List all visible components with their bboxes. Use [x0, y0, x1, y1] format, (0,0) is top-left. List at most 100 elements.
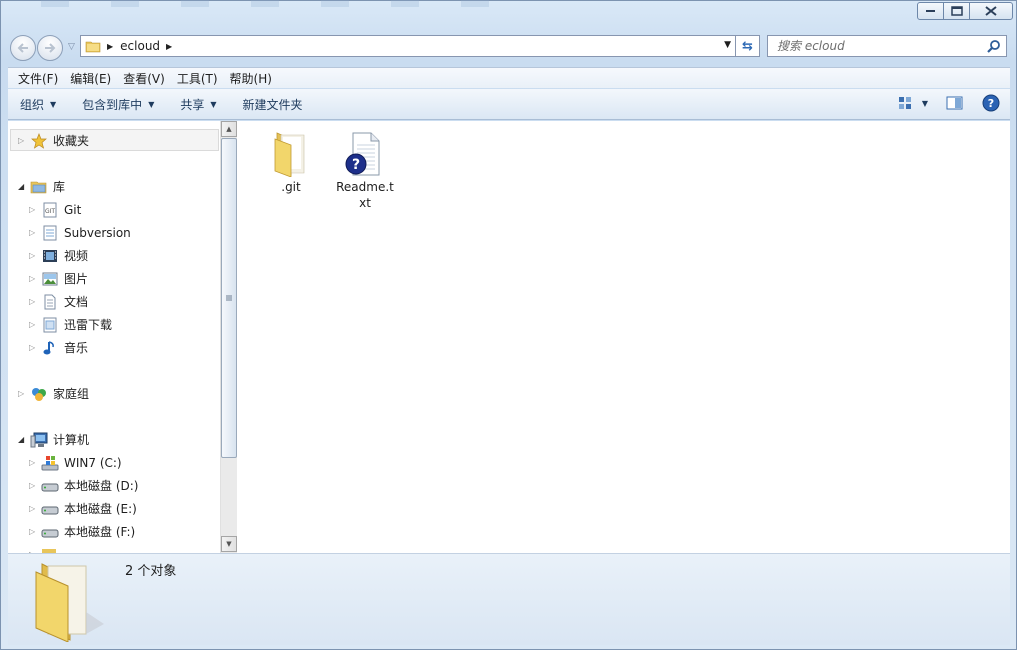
library-icon	[30, 179, 48, 195]
view-options-icon[interactable]	[898, 96, 914, 110]
star-icon	[30, 132, 48, 149]
refresh-button[interactable]: ⇆	[736, 35, 760, 57]
minimize-button[interactable]	[917, 2, 944, 20]
new-folder-button[interactable]: 新建文件夹	[243, 96, 303, 113]
file-name: Readme.txt	[336, 180, 394, 210]
navigation-pane: ▷ 收藏夹 ◢ 库 ▷ GIT Git ▷ Subversion ▷ 视频 ▷ …	[8, 121, 237, 553]
nav-label: 音乐	[64, 341, 89, 355]
nav-label: 视频	[64, 249, 89, 263]
nav-item-drive-d[interactable]: ▷ 本地磁盘 (D:)	[29, 475, 138, 496]
content-area: ▷ 收藏夹 ◢ 库 ▷ GIT Git ▷ Subversion ▷ 视频 ▷ …	[8, 121, 1010, 553]
nav-item-subversion[interactable]: ▷ Subversion	[29, 222, 131, 243]
menu-view[interactable]: 查看(V)	[117, 70, 171, 87]
expand-icon[interactable]: ▷	[29, 527, 39, 536]
back-button[interactable]	[10, 35, 36, 61]
help-icon[interactable]: ?	[982, 94, 1000, 112]
address-bar[interactable]: ▶ ecloud ▶ ▼	[80, 35, 736, 57]
explorer-window: ▽ ▶ ecloud ▶ ▼ ⇆ 文件(F) 编辑(E) 查看(V) 工具(T)…	[0, 0, 1017, 650]
new-folder-label: 新建文件夹	[242, 97, 303, 112]
collapse-icon[interactable]: ◢	[18, 435, 28, 444]
nav-item-pictures[interactable]: ▷ 图片	[29, 268, 88, 289]
chevron-down-icon: ▼	[148, 99, 155, 109]
expand-icon[interactable]: ▷	[18, 389, 28, 398]
pictures-icon	[41, 271, 59, 287]
svg-text:?: ?	[988, 97, 994, 110]
nav-item-favorites[interactable]: ▷ 收藏夹	[18, 130, 89, 151]
chevron-down-icon: ▼	[50, 99, 57, 109]
details-pane: 2 个对象	[8, 553, 1010, 645]
nav-item-computer[interactable]: ◢ 计算机	[18, 429, 89, 450]
refresh-icon: ⇆	[742, 38, 753, 54]
nav-item-homegroup[interactable]: ▷ 家庭组	[18, 383, 89, 404]
nav-item-network-drive-partial[interactable]: ▷	[29, 544, 64, 553]
maximize-button[interactable]	[943, 2, 970, 20]
search-input[interactable]	[777, 39, 977, 53]
scroll-thumb[interactable]	[221, 138, 237, 458]
system-drive-icon	[41, 455, 59, 471]
nav-item-drive-f[interactable]: ▷ 本地磁盘 (F:)	[29, 521, 135, 542]
downloads-library-icon	[41, 317, 59, 333]
expand-icon[interactable]: ▷	[29, 205, 39, 214]
nav-item-videos[interactable]: ▷ 视频	[29, 245, 88, 266]
nav-label: 收藏夹	[53, 134, 90, 148]
nav-label: WIN7 (C:)	[64, 455, 122, 470]
expand-icon[interactable]: ▷	[29, 458, 39, 467]
svg-text:GIT: GIT	[45, 208, 55, 215]
breadcrumb-ecloud[interactable]: ecloud	[120, 39, 160, 53]
file-item-git-folder[interactable]: .git	[256, 129, 326, 195]
expand-icon[interactable]: ▷	[29, 251, 39, 260]
nav-item-xunlei-downloads[interactable]: ▷ 迅雷下载	[29, 314, 112, 335]
include-in-library-button[interactable]: 包含到库中 ▼	[82, 96, 154, 113]
collapse-icon[interactable]: ◢	[18, 182, 28, 191]
menu-tools[interactable]: 工具(T)	[171, 70, 224, 87]
file-name: .git	[281, 180, 301, 194]
share-label: 共享	[180, 97, 205, 112]
expand-icon[interactable]: ▷	[29, 504, 39, 513]
expand-icon[interactable]: ▷	[29, 481, 39, 490]
menu-bar: 文件(F) 编辑(E) 查看(V) 工具(T) 帮助(H)	[8, 67, 1010, 88]
scroll-down-icon[interactable]: ▼	[221, 536, 237, 552]
expand-icon[interactable]: ▷	[18, 136, 28, 145]
breadcrumb-separator-icon[interactable]: ▶	[107, 42, 113, 51]
expand-icon[interactable]: ▷	[29, 274, 39, 283]
menu-help[interactable]: 帮助(H)	[224, 70, 278, 87]
breadcrumb-separator-icon[interactable]: ▶	[166, 42, 172, 51]
view-dropdown-icon[interactable]: ▼	[922, 99, 928, 108]
search-box[interactable]	[767, 35, 1007, 57]
nav-item-music[interactable]: ▷ 音乐	[29, 337, 88, 358]
organize-button[interactable]: 组织 ▼	[20, 96, 56, 113]
back-arrow-icon	[17, 43, 28, 53]
forward-button[interactable]	[37, 35, 63, 61]
address-dropdown-icon[interactable]: ▼	[724, 40, 731, 50]
recent-pages-dropdown[interactable]: ▽	[68, 42, 75, 52]
expand-icon[interactable]: ▷	[29, 320, 39, 329]
expand-icon[interactable]: ▷	[29, 228, 39, 237]
file-item-readme[interactable]: ? Readme.txt	[330, 129, 400, 211]
nav-item-git[interactable]: ▷ GIT Git	[29, 199, 81, 220]
preview-pane-icon[interactable]	[946, 96, 964, 110]
menu-edit[interactable]: 编辑(E)	[64, 70, 117, 87]
nav-label: Subversion	[64, 225, 131, 240]
item-count: 2 个对象	[125, 564, 177, 579]
caption-buttons	[917, 2, 1013, 20]
nav-label: Git	[64, 202, 82, 217]
share-button[interactable]: 共享 ▼	[180, 96, 216, 113]
nav-item-documents[interactable]: ▷ 文档	[29, 291, 88, 312]
nav-item-libraries[interactable]: ◢ 库	[18, 176, 65, 197]
menu-file[interactable]: 文件(F)	[12, 70, 64, 87]
expand-icon[interactable]: ▷	[29, 343, 39, 352]
expand-icon[interactable]: ▷	[29, 297, 39, 306]
git-library-icon: GIT	[41, 202, 59, 218]
close-button[interactable]	[969, 2, 1013, 20]
search-icon[interactable]	[987, 39, 1001, 53]
nav-scrollbar[interactable]: ▲ ▼	[220, 121, 237, 553]
nav-label: 家庭组	[53, 387, 90, 401]
svg-text:?: ?	[352, 157, 360, 173]
nav-item-drive-c[interactable]: ▷ WIN7 (C:)	[29, 452, 122, 473]
scroll-up-icon[interactable]: ▲	[221, 121, 237, 137]
file-list: .git ? Readme.txt	[238, 121, 1010, 553]
nav-item-drive-e[interactable]: ▷ 本地磁盘 (E:)	[29, 498, 137, 519]
forward-arrow-icon	[45, 43, 56, 53]
folder-icon	[274, 132, 305, 177]
homegroup-icon	[30, 386, 48, 402]
